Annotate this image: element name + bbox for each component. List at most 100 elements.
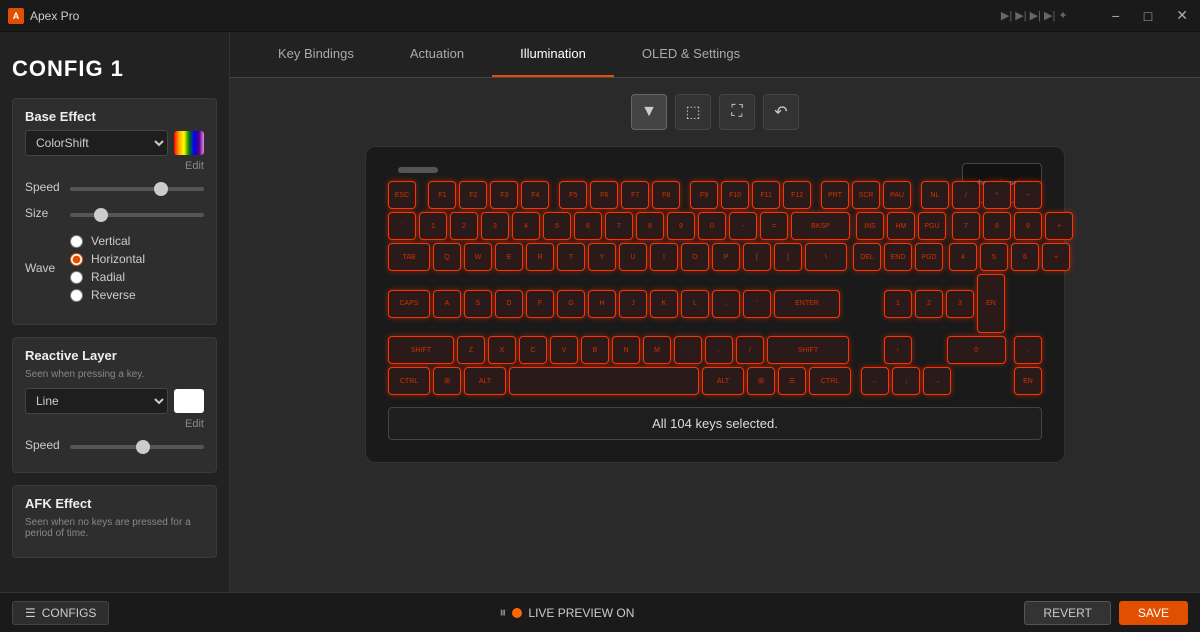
key-1[interactable]: 1 xyxy=(419,212,447,240)
speed-slider[interactable] xyxy=(70,187,204,191)
key-z[interactable]: Z xyxy=(457,336,485,364)
key-pgdn[interactable]: PGD xyxy=(915,243,943,271)
key-quote[interactable]: ' xyxy=(743,290,771,318)
key-period[interactable]: . xyxy=(705,336,733,364)
key-home[interactable]: HM xyxy=(887,212,915,240)
key-y[interactable]: Y xyxy=(588,243,616,271)
key-f8[interactable]: F8 xyxy=(652,181,680,209)
key-q[interactable]: Q xyxy=(433,243,461,271)
key-kpdot[interactable]: . xyxy=(1014,336,1042,364)
size-slider[interactable] xyxy=(70,213,204,217)
key-kpmul[interactable]: * xyxy=(983,181,1011,209)
key-space[interactable] xyxy=(509,367,699,395)
key-kpsub[interactable]: − xyxy=(1014,181,1042,209)
key-lwin[interactable]: ⊞ xyxy=(433,367,461,395)
key-kp0[interactable]: 0 xyxy=(947,336,1006,364)
key-x[interactable]: X xyxy=(488,336,516,364)
reactive-speed-slider[interactable] xyxy=(70,445,204,449)
close-button[interactable]: ✕ xyxy=(1172,5,1192,26)
key-kp2[interactable]: 2 xyxy=(915,290,943,318)
key-del[interactable]: DEL xyxy=(853,243,881,271)
tab-key-bindings[interactable]: Key Bindings xyxy=(250,32,382,77)
key-end[interactable]: END xyxy=(884,243,912,271)
undo-button[interactable]: ↶ xyxy=(763,94,799,130)
base-effect-edit[interactable]: Edit xyxy=(25,160,204,172)
save-button[interactable]: SAVE xyxy=(1119,601,1188,625)
key-5[interactable]: 5 xyxy=(543,212,571,240)
key-f2[interactable]: F2 xyxy=(459,181,487,209)
key-s[interactable]: S xyxy=(464,290,492,318)
key-rwin[interactable]: ⊞ xyxy=(747,367,775,395)
key-minus[interactable]: - xyxy=(729,212,757,240)
key-0[interactable]: 0 xyxy=(698,212,726,240)
key-kpdiv[interactable]: / xyxy=(952,181,980,209)
key-b[interactable]: B xyxy=(581,336,609,364)
key-kp8[interactable]: 8 xyxy=(983,212,1011,240)
key-k[interactable]: K xyxy=(650,290,678,318)
key-kp6[interactable]: 6 xyxy=(1011,243,1039,271)
key-7[interactable]: 7 xyxy=(605,212,633,240)
key-prtsc[interactable]: PRT xyxy=(821,181,849,209)
key-f[interactable]: F xyxy=(526,290,554,318)
wave-radial-radio[interactable] xyxy=(70,271,83,284)
key-esc[interactable]: ESC xyxy=(388,181,416,209)
key-9[interactable]: 9 xyxy=(667,212,695,240)
key-kp9[interactable]: 9 xyxy=(1014,212,1042,240)
key-f3[interactable]: F3 xyxy=(490,181,518,209)
key-tab[interactable]: TAB xyxy=(388,243,430,271)
key-d[interactable]: D xyxy=(495,290,523,318)
key-pause[interactable]: PAU xyxy=(883,181,911,209)
key-v[interactable]: V xyxy=(550,336,578,364)
maximize-button[interactable]: □ xyxy=(1140,6,1156,26)
key-t[interactable]: T xyxy=(557,243,585,271)
base-effect-color-preview[interactable] xyxy=(174,131,204,155)
reactive-color-preview[interactable] xyxy=(174,389,204,413)
key-6[interactable]: 6 xyxy=(574,212,602,240)
key-kpadd[interactable]: + xyxy=(1045,212,1073,240)
key-right[interactable]: → xyxy=(923,367,951,395)
key-rbracket[interactable]: ] xyxy=(774,243,802,271)
key-equals[interactable]: = xyxy=(760,212,788,240)
key-e[interactable]: E xyxy=(495,243,523,271)
key-i[interactable]: I xyxy=(650,243,678,271)
key-grave[interactable]: ` xyxy=(388,212,416,240)
key-j[interactable]: J xyxy=(619,290,647,318)
key-ralt[interactable]: ALT xyxy=(702,367,744,395)
configs-button[interactable]: ☰ CONFIGS xyxy=(12,601,109,625)
key-kpend[interactable]: EN xyxy=(1014,367,1042,395)
key-backslash[interactable]: \ xyxy=(805,243,847,271)
wave-horizontal-radio[interactable] xyxy=(70,253,83,266)
wave-vertical-radio[interactable] xyxy=(70,235,83,248)
key-lctrl[interactable]: CTRL xyxy=(388,367,430,395)
key-3[interactable]: 3 xyxy=(481,212,509,240)
key-f4[interactable]: F4 xyxy=(521,181,549,209)
key-lbracket[interactable]: [ xyxy=(743,243,771,271)
key-r[interactable]: R xyxy=(526,243,554,271)
keyboard-keys[interactable]: ESC F1 F2 F3 F4 F5 F6 F7 F8 F9 F10 xyxy=(388,181,1042,395)
key-f11[interactable]: F11 xyxy=(752,181,780,209)
key-c[interactable]: C xyxy=(519,336,547,364)
key-f10[interactable]: F10 xyxy=(721,181,749,209)
window-controls[interactable]: − □ ✕ xyxy=(1108,5,1192,26)
full-select-button[interactable]: ⛶ xyxy=(719,94,755,130)
key-rshift[interactable]: SHIFT xyxy=(767,336,849,364)
key-l[interactable]: L xyxy=(681,290,709,318)
key-slash[interactable]: / xyxy=(736,336,764,364)
key-rctrl[interactable]: CTRL xyxy=(809,367,851,395)
key-pgup[interactable]: PGU xyxy=(918,212,946,240)
key-down[interactable]: ↓ xyxy=(892,367,920,395)
key-up[interactable]: ↑ xyxy=(884,336,912,364)
key-8[interactable]: 8 xyxy=(636,212,664,240)
key-n[interactable]: N xyxy=(612,336,640,364)
key-caps[interactable]: CAPS xyxy=(388,290,430,318)
reactive-effect-select[interactable]: Line xyxy=(25,388,168,414)
key-kp1[interactable]: 1 xyxy=(884,290,912,318)
wave-reverse-radio[interactable] xyxy=(70,289,83,302)
key-menu[interactable]: ☰ xyxy=(778,367,806,395)
key-lshift[interactable]: SHIFT xyxy=(388,336,454,364)
key-left[interactable]: ← xyxy=(861,367,889,395)
key-f9[interactable]: F9 xyxy=(690,181,718,209)
tab-oled-settings[interactable]: OLED & Settings xyxy=(614,32,768,77)
reactive-edit[interactable]: Edit xyxy=(25,418,204,430)
key-2[interactable]: 2 xyxy=(450,212,478,240)
